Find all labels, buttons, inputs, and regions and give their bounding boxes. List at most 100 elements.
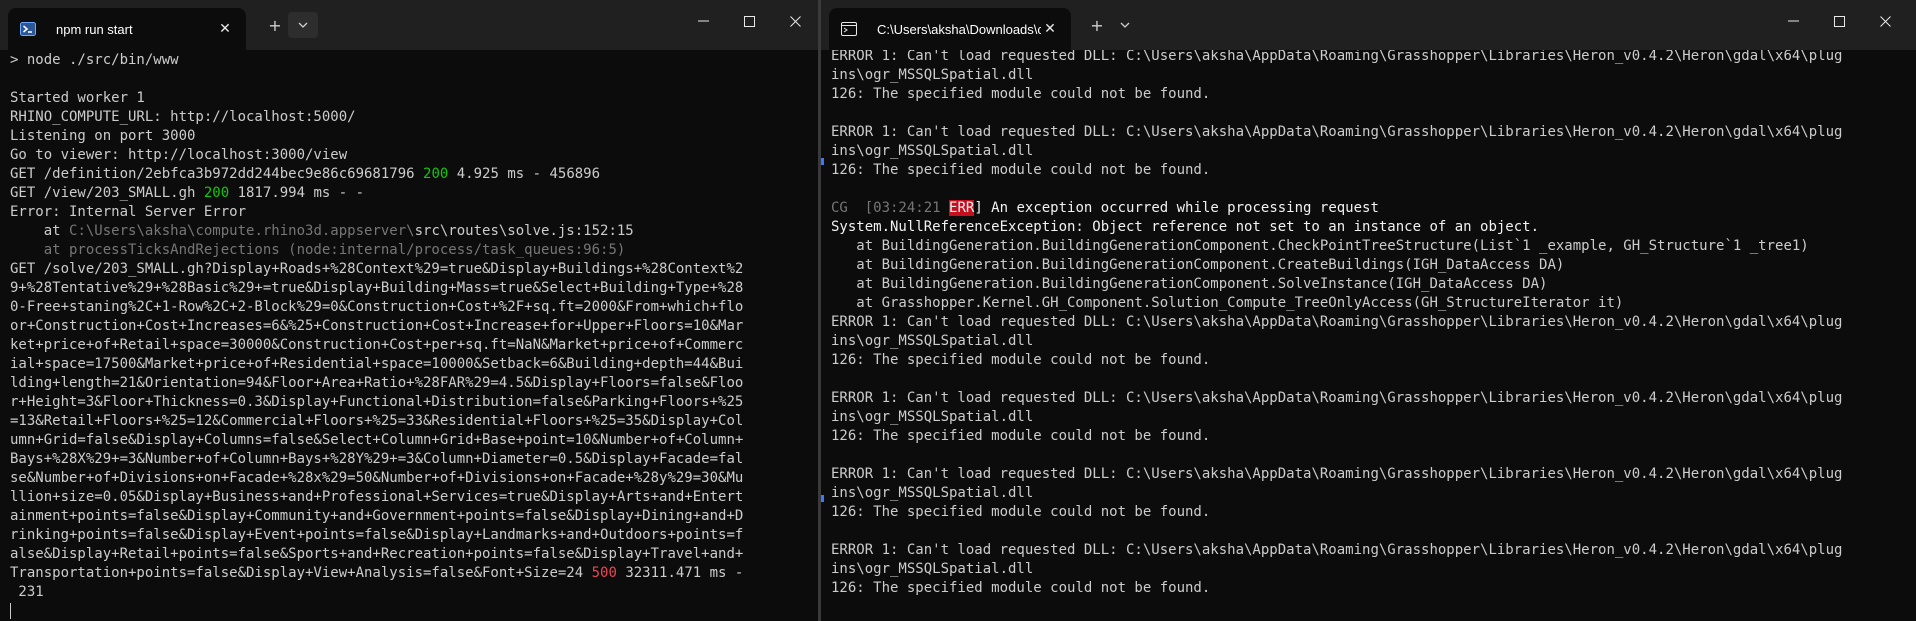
status-code: 500 <box>591 565 617 581</box>
maximize-icon <box>1833 15 1845 27</box>
close-icon[interactable]: ✕ <box>1041 21 1059 37</box>
output-line: Listening on port 3000 <box>10 128 196 144</box>
status-code: 200 <box>203 185 230 201</box>
terminal-output[interactable]: ERROR 1: Can't load requested DLL: C:\Us… <box>821 50 1916 621</box>
output-line: Bays+%28X%29+=3&Number+of+Column+Bays+%2… <box>10 451 744 467</box>
tab-dropdown-button[interactable] <box>288 12 318 38</box>
maximize-icon <box>743 15 755 27</box>
output-line: ins\ogr_MSSQLSpatial.dll <box>831 485 1034 501</box>
output-line: 32311.471 ms - <box>616 565 744 581</box>
output-line: ERROR 1: Can't load requested DLL: C:\Us… <box>831 466 1843 482</box>
output-line: 4.925 ms - 456896 <box>448 166 601 182</box>
output-line: at <box>10 223 70 239</box>
close-icon <box>1879 15 1891 27</box>
output-line: umn+Grid=false&Display+Columns=false&Sel… <box>10 432 744 448</box>
log-prefix: CG [03:24:21 <box>831 200 950 216</box>
maximize-button[interactable] <box>726 0 772 42</box>
terminal-window-compute[interactable]: C:\Users\aksha\Downloads\cc ✕ + ERROR 1:… <box>821 0 1916 621</box>
maximize-button[interactable] <box>1816 0 1862 42</box>
output-line: 126: The specified module could not be f… <box>831 162 1211 178</box>
minimize-button[interactable] <box>1770 0 1816 42</box>
output-line: 0-Free+staning%2C+1-Row%2C+2-Block%29=0&… <box>10 299 744 315</box>
scroll-marker <box>821 158 824 165</box>
output-line: 231 <box>10 584 44 600</box>
output-line: or+Construction+Cost+Increases=6&%25+Con… <box>10 318 744 334</box>
stack-path: src\routes\solve.js:152:15 <box>414 223 634 239</box>
output-line: se&Number+of+Divisions+on+Facade+%28x%29… <box>10 470 744 486</box>
output-line: at BuildingGeneration.BuildingGeneration… <box>831 257 1565 273</box>
output-line: ERROR 1: Can't load requested DLL: C:\Us… <box>831 124 1843 140</box>
output-line: llion+size=0.05&Display+Business+and+Pro… <box>10 489 744 505</box>
tab-title: C:\Users\aksha\Downloads\cc <box>877 21 1041 37</box>
output-line: ins\ogr_MSSQLSpatial.dll <box>831 561 1034 577</box>
output-line: 126: The specified module could not be f… <box>831 352 1211 368</box>
output-line: 126: The specified module could not be f… <box>831 428 1211 444</box>
output-line: at processTicksAndRejections (node:inter… <box>10 242 626 258</box>
title-bar[interactable]: C:\Users\aksha\Downloads\cc ✕ + <box>821 0 1916 50</box>
output-line: RHINO_COMPUTE_URL: http://localhost:5000… <box>10 109 356 125</box>
output-line: GET /definition/2ebfca3b972dd244bec9e86c… <box>10 166 424 182</box>
minimize-icon <box>1787 20 1799 22</box>
output-line: 9+%28Tentative%29+%28Basic%29+=true&Disp… <box>10 280 744 296</box>
console-icon <box>841 22 857 36</box>
close-icon <box>789 15 801 27</box>
output-line: at Grasshopper.Kernel.GH_Component.Solut… <box>831 295 1624 311</box>
output-line: ins\ogr_MSSQLSpatial.dll <box>831 409 1034 425</box>
output-line: GET /view/203_SMALL.gh <box>10 185 204 201</box>
new-tab-button[interactable]: + <box>262 12 288 38</box>
tab-npm-run-start[interactable]: npm run start ✕ <box>8 8 246 50</box>
text-cursor <box>10 603 11 619</box>
output-line: Go to viewer: http://localhost:3000/view <box>10 147 348 163</box>
output-line: ins\ogr_MSSQLSpatial.dll <box>831 67 1034 83</box>
scroll-marker <box>821 495 824 502</box>
chevron-down-icon <box>298 22 308 28</box>
output-line: ins\ogr_MSSQLSpatial.dll <box>831 143 1034 159</box>
output-line: ial+space=17500&Market+price+of+Resident… <box>10 356 744 372</box>
close-window-button[interactable] <box>772 0 818 42</box>
output-line: ] An exception occurred while processing… <box>974 200 1379 216</box>
output-line: =13&Retail+Floors+%25=12&Commercial+Floo… <box>10 413 744 429</box>
close-icon[interactable]: ✕ <box>216 21 234 37</box>
terminal-text: > node ./src/bin/www Started worker 1 RH… <box>0 51 818 621</box>
output-line: Started worker 1 <box>10 90 145 106</box>
output-line: GET /solve/203_SMALL.gh?Display+Roads+%2… <box>10 261 744 277</box>
output-line: 126: The specified module could not be f… <box>831 86 1211 102</box>
status-code: 200 <box>423 166 449 182</box>
output-line: lding+length=21&Orientation=94&Floor+Are… <box>10 375 744 391</box>
output-line: ERROR 1: Can't load requested DLL: C:\Us… <box>831 314 1843 330</box>
new-tab-button[interactable]: + <box>1084 12 1110 38</box>
title-bar[interactable]: npm run start ✕ + <box>0 0 818 50</box>
terminal-output[interactable]: > node ./src/bin/www Started worker 1 RH… <box>0 50 818 621</box>
output-line: r+Height=3&Floor+Thickness=0.3&Display+F… <box>10 394 744 410</box>
minimize-icon <box>697 20 709 22</box>
output-line: ket+price+of+Retail+space=30000&Construc… <box>10 337 744 353</box>
tab-title: npm run start <box>56 21 133 37</box>
tab-dropdown-button[interactable] <box>1112 12 1138 38</box>
output-line: 126: The specified module could not be f… <box>831 504 1211 520</box>
output-line: ERROR 1: Can't load requested DLL: C:\Us… <box>831 542 1843 558</box>
plus-icon: + <box>268 15 282 35</box>
close-window-button[interactable] <box>1862 0 1908 42</box>
output-line: rinking+points=false&Display+Event+point… <box>10 527 744 543</box>
output-line: ainment+points=false&Display+Community+a… <box>10 508 744 524</box>
output-line: at BuildingGeneration.BuildingGeneration… <box>831 238 1809 254</box>
output-line: ERROR 1: Can't load requested DLL: C:\Us… <box>831 50 1843 64</box>
output-line: ins\ogr_MSSQLSpatial.dll <box>831 333 1034 349</box>
output-line: System.NullReferenceException: Object re… <box>831 219 1540 235</box>
output-line: at BuildingGeneration.BuildingGeneration… <box>831 276 1548 292</box>
output-line: Error: Internal Server Error <box>10 204 247 220</box>
output-line: > node ./src/bin/www <box>10 52 179 68</box>
powershell-icon <box>20 22 36 36</box>
terminal-text: ERROR 1: Can't load requested DLL: C:\Us… <box>821 50 1916 598</box>
chevron-down-icon <box>1120 22 1130 28</box>
output-line: 1817.994 ms - - <box>229 185 365 201</box>
minimize-button[interactable] <box>680 0 726 42</box>
output-line: ERROR 1: Can't load requested DLL: C:\Us… <box>831 390 1843 406</box>
plus-icon: + <box>1090 15 1104 35</box>
output-line: 126: The specified module could not be f… <box>831 580 1211 596</box>
terminal-window-npm[interactable]: npm run start ✕ + > node ./src/bin/www S… <box>0 0 818 621</box>
tab-compute-console[interactable]: C:\Users\aksha\Downloads\cc ✕ <box>829 8 1071 50</box>
err-badge: ERR <box>949 200 975 216</box>
output-line: Transportation+points=false&Display+View… <box>10 565 592 581</box>
stack-path: C:\Users\aksha\compute.rhino3d.appserver… <box>69 223 415 239</box>
